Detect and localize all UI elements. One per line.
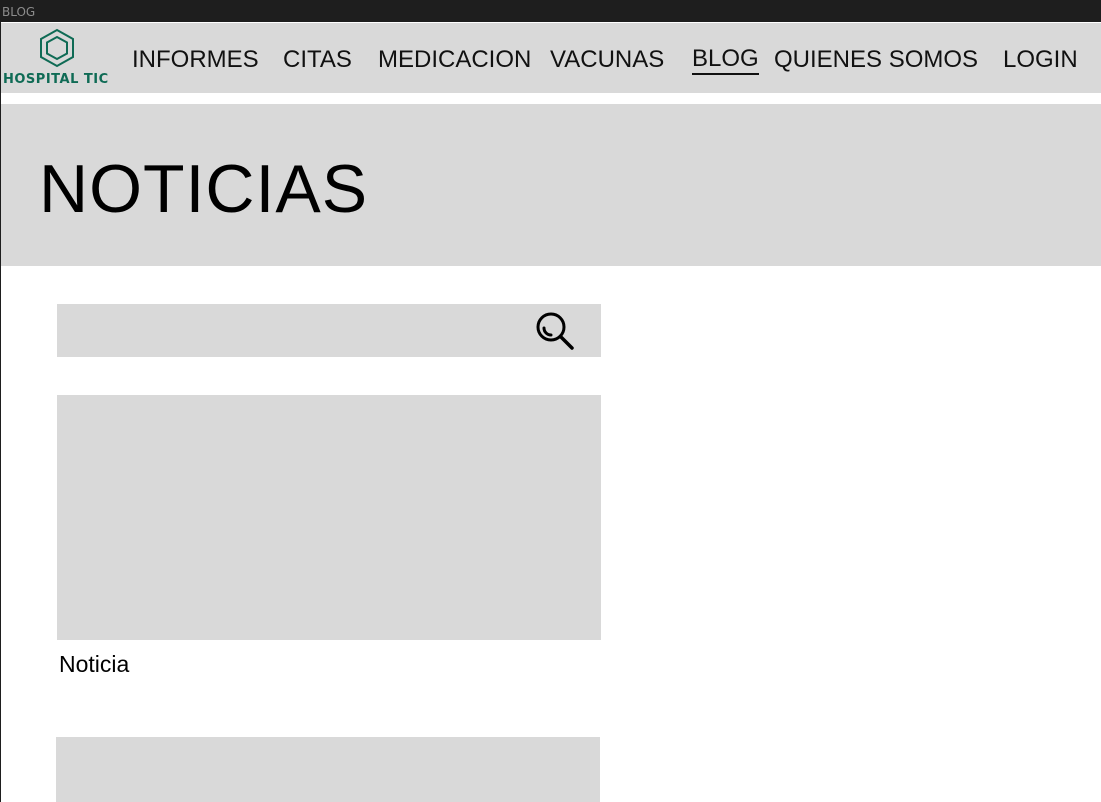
- nav-item-blog[interactable]: BLOG: [692, 45, 759, 75]
- navbar: HOSPITAL TIC INFORMES CITAS MEDICACION V…: [1, 23, 1101, 93]
- search-input[interactable]: [57, 304, 517, 357]
- nav-item-medicacion[interactable]: MEDICACION: [378, 45, 531, 75]
- nav-item-citas[interactable]: CITAS: [283, 45, 352, 75]
- page-title: NOTICIAS: [39, 151, 369, 227]
- nav-item-quienes-somos[interactable]: QUIENES SOMOS: [774, 45, 978, 75]
- search-bar: [57, 304, 601, 357]
- frame-label: BLOG: [2, 5, 36, 19]
- brand-logo[interactable]: HOSPITAL TIC: [3, 28, 113, 88]
- hexagon-logo-icon: [40, 28, 74, 68]
- hero-banner: NOTICIAS: [1, 104, 1101, 266]
- nav-item-login[interactable]: LOGIN: [1003, 45, 1078, 75]
- page-frame: HOSPITAL TIC INFORMES CITAS MEDICACION V…: [1, 22, 1101, 802]
- nav-item-vacunas[interactable]: VACUNAS: [550, 45, 664, 75]
- news-image-placeholder[interactable]: [57, 395, 601, 640]
- search-icon[interactable]: [534, 310, 576, 352]
- news-image-placeholder-2[interactable]: [56, 737, 600, 802]
- news-title[interactable]: Noticia: [59, 650, 129, 678]
- nav-item-informes[interactable]: INFORMES: [132, 45, 259, 75]
- brand-name: HOSPITAL TIC: [3, 72, 109, 87]
